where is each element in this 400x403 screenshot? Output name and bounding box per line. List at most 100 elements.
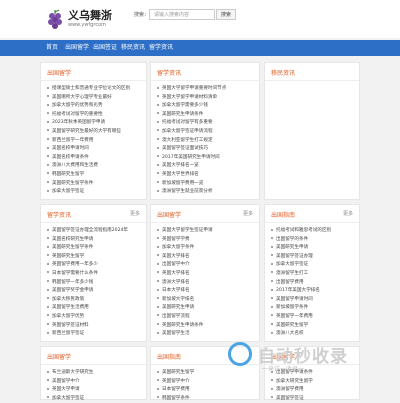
more-link[interactable]: 更多	[343, 210, 353, 217]
list-item[interactable]: 英国留学费用一年多少	[47, 261, 140, 270]
list-item[interactable]: 新加坡留学费用一览	[157, 180, 253, 189]
list-item[interactable]: 韩国留学条件	[157, 395, 253, 403]
list-item[interactable]: 英国留学学费	[157, 236, 253, 245]
list-item[interactable]: 美国留学签证办理全流程指南2024年	[47, 227, 140, 236]
list-item[interactable]: 托福考试和雅思考试的区别	[271, 227, 353, 236]
list-item[interactable]: 美国留学生活	[157, 330, 253, 339]
list-item[interactable]: 日本大学排名	[157, 287, 253, 296]
list-item[interactable]: 美国留学签证	[271, 395, 353, 403]
more-link[interactable]: 更多	[130, 210, 140, 217]
divider	[151, 80, 259, 81]
list-item[interactable]: 美国留学签证办理	[271, 253, 353, 262]
list-item[interactable]: 美国留学生活费用	[47, 304, 140, 313]
article-list: 美国留学签证办理全流程指南2024年 美国名校研究生申请 美国研究生留学条件 英…	[47, 227, 140, 339]
list-item[interactable]: 出国留学的条件	[271, 236, 353, 245]
search-label: 搜索：	[134, 12, 150, 18]
list-item[interactable]: 英国研究生留学	[47, 253, 140, 262]
list-item[interactable]: 英国留学签证材料	[47, 322, 140, 331]
list-item[interactable]: 加拿大留学需要多少钱	[157, 102, 253, 111]
article-list: 布兰迪斯大学研究生 美国留学中介 英国大学申请 加拿大留学签证	[47, 369, 140, 403]
list-item[interactable]: 出国留学费用	[271, 279, 353, 288]
list-item[interactable]: 澳洲八大名校	[271, 330, 353, 339]
list-item[interactable]: 美国名校申请条件	[47, 154, 140, 163]
list-item[interactable]: 出国留学中介	[157, 261, 253, 270]
list-item[interactable]: 澳洲大学排名	[157, 279, 253, 288]
panel-title: 出国指南	[157, 354, 182, 361]
list-item[interactable]: 2017年美国研究生申请时间	[157, 154, 253, 163]
list-item[interactable]: 托福考试对留学的重要性	[47, 111, 140, 120]
list-item[interactable]: 加拿大移民政策	[47, 296, 140, 305]
list-item[interactable]: 澳洲留学生打工	[271, 270, 353, 279]
list-item[interactable]: 托福考试对留学有多重要	[157, 119, 253, 128]
list-item[interactable]: 韩国研究生留学	[47, 171, 140, 180]
divider	[151, 222, 259, 223]
search-input[interactable]: 请输入搜索内容	[149, 9, 215, 20]
nav-item-visa[interactable]: 出国签证	[92, 40, 118, 56]
list-item[interactable]: 新西兰留学一年费用	[47, 137, 140, 146]
panel-study-abroad-2: 出国留学 更多 美国大学留学生签证申请 英国留学学费 加拿大留学条件 美国大学排…	[150, 204, 260, 342]
list-item[interactable]: 授课型硕士和普通专业学位论文的区别	[47, 85, 140, 94]
list-item[interactable]: 韩国留学一年多少钱	[47, 279, 140, 288]
list-item[interactable]: 新西兰留学签证	[47, 330, 140, 339]
list-item[interactable]: 美国研究生留学	[271, 322, 353, 331]
list-item[interactable]: 美国名校申请时间	[47, 145, 140, 154]
list-item[interactable]: 加拿大留学的优势和劣势	[47, 102, 140, 111]
list-item[interactable]: 加拿大留学签证申请流程	[157, 128, 253, 137]
panel-study-abroad: 出国留学 授课型硕士和普通专业学位论文的区别 美国哪所大学心理学专业最好 加拿大…	[40, 62, 147, 200]
list-item[interactable]: 加拿大留学条件	[157, 244, 253, 253]
list-item[interactable]: 英国大学留学申请材料清单	[157, 94, 253, 103]
list-item[interactable]: 澳洲留学费用	[271, 386, 353, 395]
article-list: 美国大学留学生签证申请 英国留学学费 加拿大留学条件 美国大学排名 出国留学中介…	[157, 227, 253, 339]
panel-guide: 出国指南 更多 托福考试和雅思考试的区别 出国留学的条件 美国研究生申请 美国留…	[264, 204, 360, 342]
list-item[interactable]: 英国大学排名	[157, 270, 253, 279]
grape-icon[interactable]	[45, 8, 65, 30]
list-item[interactable]: 英国留学一年费用	[271, 313, 353, 322]
list-item[interactable]: 英国大学申请	[47, 386, 140, 395]
list-item[interactable]: 美国大学留学生签证申请	[157, 227, 253, 236]
list-item[interactable]: 美国研究生留学条件	[47, 180, 140, 189]
list-item[interactable]: 美国留学中介	[47, 378, 140, 387]
list-item[interactable]: 美国留学申请时间	[271, 296, 353, 305]
list-item[interactable]: 美国名校研究生申请	[47, 236, 140, 245]
list-item[interactable]: 澳洲留学生就业前景分析	[157, 188, 253, 197]
article-list: 授课型硕士和普通专业学位论文的区别 美国哪所大学心理学专业最好 加拿大留学的优势…	[47, 85, 140, 197]
list-item[interactable]: 加拿大留学签证	[47, 188, 140, 197]
list-item[interactable]: 澳洲八大费用和生活费	[47, 162, 140, 171]
list-item[interactable]: 美国留学研究生最好的大学有哪些	[47, 128, 140, 137]
nav-item-home[interactable]: 首页	[42, 40, 62, 56]
list-item[interactable]: 美国大学排名	[157, 253, 253, 262]
list-item[interactable]: 新加坡大学排名	[157, 296, 253, 305]
list-item[interactable]: 布兰迪斯大学研究生	[47, 369, 140, 378]
list-item[interactable]: 出国留学流程	[157, 313, 253, 322]
list-item[interactable]: 美国研究生申请条件	[157, 111, 253, 120]
list-item[interactable]: 日本留学需要什么条件	[47, 270, 140, 279]
list-item[interactable]: 英国研究生申请条件	[157, 322, 253, 331]
list-item[interactable]: 澳大利亚留学生打工规定	[157, 137, 253, 146]
panel-study-news: 留学资讯 英国大学留学申请重要时间节点 英国大学留学申请材料清单 加拿大留学需要…	[150, 62, 260, 200]
list-item[interactable]: 日本留学费用	[157, 386, 253, 395]
list-item[interactable]: 美国哪所大学心理学专业最好	[47, 94, 140, 103]
list-item[interactable]: 美国研究生申请	[271, 244, 353, 253]
divider	[41, 80, 146, 81]
search-button[interactable]: 搜索	[216, 9, 236, 20]
list-item[interactable]: 美国大学排名一览	[157, 162, 253, 171]
site-url: www.ywfgrcom	[68, 22, 107, 28]
list-item[interactable]: 美国留学签证面试技巧	[157, 145, 253, 154]
more-link[interactable]: 更多	[243, 210, 253, 217]
list-item[interactable]: 加拿大留学签证	[47, 395, 140, 403]
list-item[interactable]: 2023年秋季英国留学申请	[47, 119, 140, 128]
list-item[interactable]: 美国研究生留学条件	[47, 244, 140, 253]
divider	[265, 222, 359, 223]
nav-item-immigration[interactable]: 移民资讯	[120, 40, 146, 56]
list-item[interactable]: 新加坡留学条件	[271, 304, 353, 313]
nav-item-study-abroad[interactable]: 出国留学	[64, 40, 90, 56]
list-item[interactable]: 加拿大留学签证	[271, 261, 353, 270]
site-title[interactable]: 义乌舞浙	[68, 7, 112, 23]
list-item[interactable]: 美国研究生申请	[157, 304, 253, 313]
nav-item-study-news[interactable]: 留学资讯	[148, 40, 174, 56]
list-item[interactable]: 英国大学留学申请重要时间节点	[157, 85, 253, 94]
list-item[interactable]: 英国大学世界排名	[157, 171, 253, 180]
list-item[interactable]: 美国留学奖学金申请	[47, 287, 140, 296]
list-item[interactable]: 加拿大留学优势	[47, 313, 140, 322]
list-item[interactable]: 2017年美国大学排名	[271, 287, 353, 296]
